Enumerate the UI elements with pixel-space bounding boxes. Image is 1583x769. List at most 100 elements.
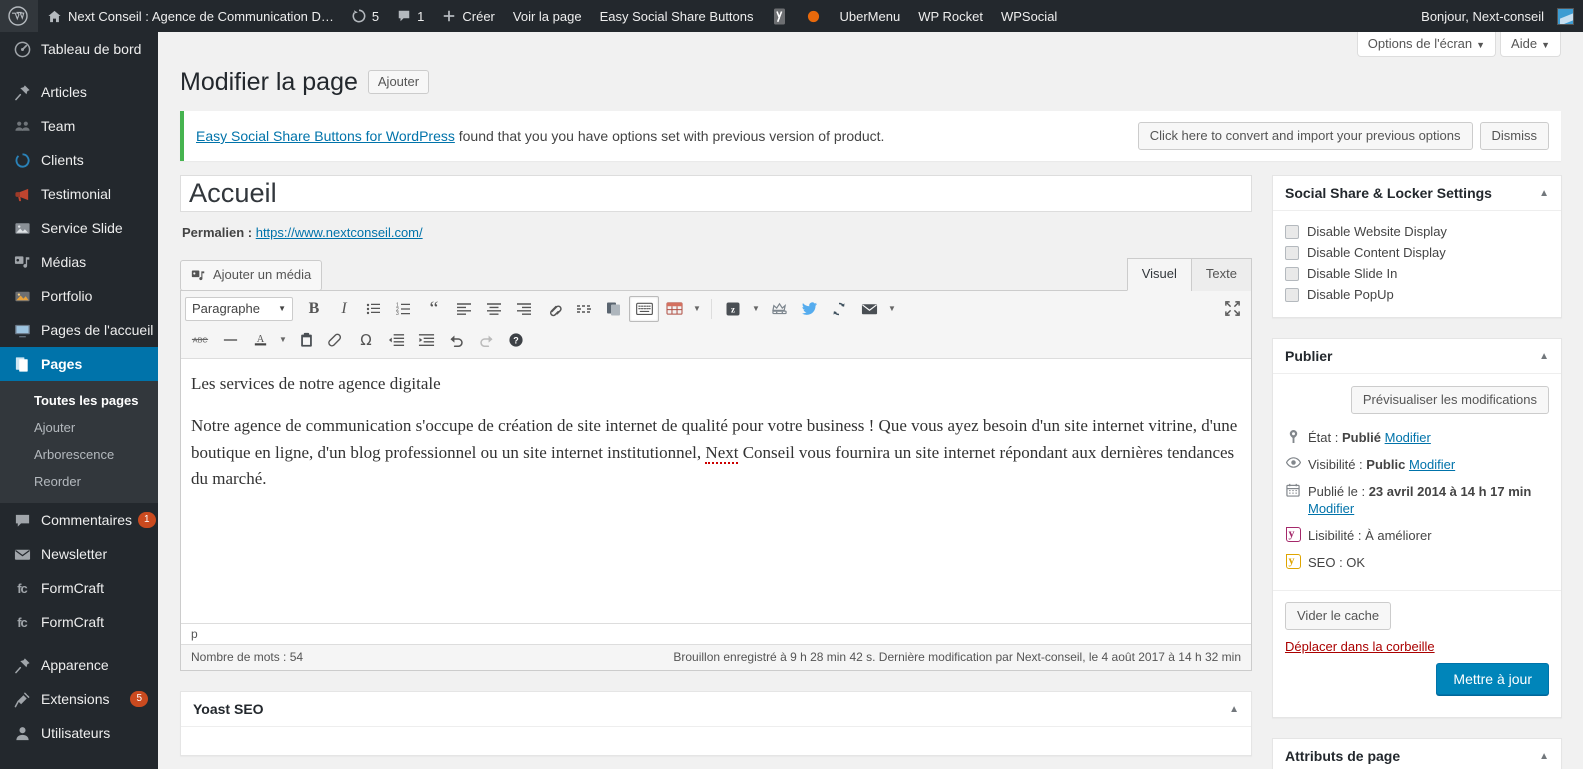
- site-name-button[interactable]: Next Conseil : Agence de Communication D…: [38, 0, 343, 32]
- clear-cache-button[interactable]: Vider le cache: [1285, 602, 1392, 630]
- chevron-up-icon[interactable]: ▲: [1539, 188, 1549, 199]
- updates-button[interactable]: 5: [343, 0, 388, 32]
- wprocket-button[interactable]: WP Rocket: [909, 0, 992, 32]
- numbered-list-icon[interactable]: 123: [389, 296, 419, 322]
- tab-text[interactable]: Texte: [1190, 258, 1252, 291]
- undo-icon[interactable]: [441, 327, 471, 353]
- wpsocial-button[interactable]: WPSocial: [992, 0, 1066, 32]
- dismiss-notice-button[interactable]: Dismiss: [1479, 122, 1549, 150]
- sidebar-item-service-slide[interactable]: Service Slide: [0, 211, 158, 245]
- sidebar-item-plugins[interactable]: Extensions 5: [0, 682, 158, 716]
- text-color-icon[interactable]: A: [245, 327, 275, 353]
- post-title-input[interactable]: [180, 175, 1252, 212]
- edit-status-link[interactable]: Modifier: [1385, 430, 1431, 445]
- view-page-button[interactable]: Voir la page: [504, 0, 591, 32]
- move-to-trash-link[interactable]: Déplacer dans la corbeille: [1285, 639, 1549, 654]
- indent-icon[interactable]: [411, 327, 441, 353]
- add-new-page-button[interactable]: Ajouter: [367, 70, 430, 94]
- sidebar-item-users[interactable]: Utilisateurs: [0, 716, 158, 750]
- publish-box-header[interactable]: Publier ▲: [1273, 339, 1561, 374]
- text-color-chevron-down-icon[interactable]: ▼: [275, 327, 291, 353]
- twitter-icon[interactable]: [794, 296, 824, 322]
- sidebar-item-clients[interactable]: Clients: [0, 143, 158, 177]
- bullet-list-icon[interactable]: [359, 296, 389, 322]
- checkbox-disable-website-display[interactable]: Disable Website Display: [1285, 221, 1549, 242]
- outdent-icon[interactable]: [381, 327, 411, 353]
- mail-icon[interactable]: [854, 296, 884, 322]
- table-menu-chevron-down-icon[interactable]: ▼: [689, 296, 705, 322]
- read-more-icon[interactable]: [569, 296, 599, 322]
- preview-changes-button[interactable]: Prévisualiser les modifications: [1350, 386, 1549, 414]
- format-select[interactable]: Paragraphe ▼: [185, 296, 293, 321]
- wp-logo-button[interactable]: [0, 0, 38, 32]
- align-right-icon[interactable]: [509, 296, 539, 322]
- redo-icon[interactable]: [471, 327, 501, 353]
- sidebar-item-formcraft-2[interactable]: fc FormCraft: [0, 605, 158, 639]
- clear-formatting-icon[interactable]: [321, 327, 351, 353]
- edit-visibility-link[interactable]: Modifier: [1409, 457, 1455, 472]
- blockquote-icon[interactable]: “: [419, 296, 449, 322]
- checkbox-disable-popup[interactable]: Disable PopUp: [1285, 284, 1549, 305]
- checkbox-icon[interactable]: [1285, 287, 1299, 302]
- checkbox-icon[interactable]: [1285, 224, 1299, 239]
- screen-options-tab[interactable]: Options de l'écran ▼: [1356, 32, 1497, 57]
- zotpress-chevron-down-icon[interactable]: ▼: [748, 296, 764, 322]
- help-icon[interactable]: ?: [501, 327, 531, 353]
- sidebar-item-testimonial[interactable]: Testimonial: [0, 177, 158, 211]
- align-center-icon[interactable]: [479, 296, 509, 322]
- sidebar-item-newsletter[interactable]: Newsletter: [0, 537, 158, 571]
- sidebar-item-pages-accueil[interactable]: Pages de l'accueil: [0, 313, 158, 347]
- essb-button[interactable]: Easy Social Share Buttons: [591, 0, 763, 32]
- sync-icon[interactable]: [824, 296, 854, 322]
- chevron-up-icon[interactable]: ▲: [1229, 704, 1239, 715]
- yoast-seo-box-header[interactable]: Yoast SEO ▲: [181, 692, 1251, 727]
- paste-as-text-icon[interactable]: [291, 327, 321, 353]
- checkbox-icon[interactable]: [1285, 266, 1299, 281]
- align-left-icon[interactable]: [449, 296, 479, 322]
- sidebar-item-pages[interactable]: Pages: [0, 347, 166, 381]
- submenu-item-reorder[interactable]: Reorder: [0, 468, 158, 495]
- convert-options-button[interactable]: Click here to convert and import your pr…: [1137, 122, 1473, 150]
- wprocket-status-button[interactable]: [798, 0, 829, 32]
- sidebar-item-dashboard[interactable]: Tableau de bord: [0, 32, 158, 66]
- chevron-up-icon[interactable]: ▲: [1539, 751, 1549, 762]
- fullscreen-icon[interactable]: [1217, 296, 1247, 322]
- my-account-button[interactable]: Bonjour, Next-conseil: [1412, 0, 1583, 32]
- submenu-item-tree-view[interactable]: Arborescence: [0, 441, 158, 468]
- checkbox-disable-slide-in[interactable]: Disable Slide In: [1285, 263, 1549, 284]
- notice-link[interactable]: Easy Social Share Buttons for WordPress: [196, 128, 455, 144]
- strikethrough-icon[interactable]: ABC: [185, 327, 215, 353]
- zotpress-icon[interactable]: z: [718, 296, 748, 322]
- sidebar-item-comments[interactable]: Commentaires 1: [0, 503, 158, 537]
- submenu-item-all-pages[interactable]: Toutes les pages: [0, 387, 158, 414]
- crown-icon[interactable]: [764, 296, 794, 322]
- sidebar-item-appearance[interactable]: Apparence: [0, 648, 158, 682]
- social-box-header[interactable]: Social Share & Locker Settings ▲: [1273, 176, 1561, 211]
- sidebar-item-medias[interactable]: Médias: [0, 245, 158, 279]
- sidebar-item-portfolio[interactable]: Portfolio: [0, 279, 158, 313]
- sidebar-item-formcraft-1[interactable]: fc FormCraft: [0, 571, 158, 605]
- mail-chevron-down-icon[interactable]: ▼: [884, 296, 900, 322]
- duplicate-icon[interactable]: [599, 296, 629, 322]
- chevron-up-icon[interactable]: ▲: [1539, 351, 1549, 362]
- italic-icon[interactable]: I: [329, 296, 359, 322]
- bold-icon[interactable]: B: [299, 296, 329, 322]
- table-icon[interactable]: [659, 296, 689, 322]
- ubermenu-button[interactable]: UberMenu: [830, 0, 909, 32]
- page-attributes-header[interactable]: Attributs de page ▲: [1273, 739, 1561, 769]
- link-icon[interactable]: [539, 296, 569, 322]
- help-tab[interactable]: Aide ▼: [1500, 32, 1561, 57]
- toolbar-toggle-icon[interactable]: [629, 295, 659, 322]
- tab-visual[interactable]: Visuel: [1126, 258, 1192, 291]
- checkbox-icon[interactable]: [1285, 245, 1299, 260]
- special-character-icon[interactable]: Ω: [351, 327, 381, 353]
- yoast-button[interactable]: [762, 0, 798, 32]
- add-media-button[interactable]: Ajouter un média: [180, 260, 323, 291]
- permalink-url[interactable]: https://www.nextconseil.com/: [256, 225, 423, 240]
- sidebar-item-articles[interactable]: Articles: [0, 75, 158, 109]
- edit-date-link[interactable]: Modifier: [1308, 501, 1354, 516]
- horizontal-rule-icon[interactable]: [215, 327, 245, 353]
- sidebar-item-team[interactable]: Team: [0, 109, 158, 143]
- update-button[interactable]: Mettre à jour: [1436, 663, 1549, 695]
- comments-button[interactable]: 1: [388, 0, 433, 32]
